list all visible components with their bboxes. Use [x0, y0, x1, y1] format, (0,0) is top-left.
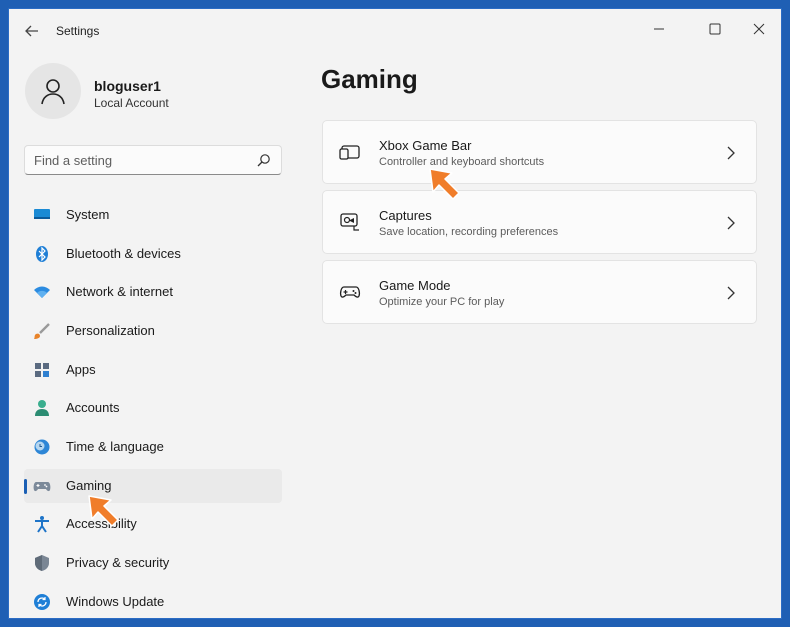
update-icon: [34, 594, 50, 610]
card-game-mode[interactable]: Game Mode Optimize your PC for play: [322, 260, 757, 324]
sidebar-item-privacy[interactable]: Privacy & security: [24, 546, 282, 580]
search-box[interactable]: [24, 145, 282, 175]
wifi-icon: [34, 286, 50, 298]
card-captures[interactable]: Captures Save location, recording prefer…: [322, 190, 757, 254]
sidebar-item-label: Personalization: [66, 323, 155, 338]
sidebar-item-label: Gaming: [66, 478, 112, 493]
avatar[interactable]: [25, 63, 81, 119]
account-type: Local Account: [94, 96, 169, 110]
search-icon[interactable]: [257, 153, 271, 167]
card-title: Captures: [379, 208, 432, 223]
card-subtitle: Save location, recording preferences: [379, 226, 559, 238]
game-bar-icon: [339, 145, 360, 160]
page-title: Gaming: [321, 64, 418, 94]
chevron-right-icon: [727, 146, 735, 160]
card-subtitle: Controller and keyboard shortcuts: [379, 156, 545, 168]
sidebar-item-label: Accessibility: [66, 516, 137, 531]
apps-icon: [35, 363, 49, 377]
chevron-right-icon: [727, 216, 735, 230]
close-icon[interactable]: [741, 15, 777, 43]
person-icon: [35, 400, 49, 416]
card-xbox-game-bar[interactable]: Xbox Game Bar Controller and keyboard sh…: [322, 120, 757, 184]
maximize-icon[interactable]: [697, 15, 733, 43]
search-input[interactable]: [34, 151, 249, 169]
sidebar-item-label: Accounts: [66, 400, 120, 415]
card-subtitle: Optimize your PC for play: [379, 296, 505, 308]
sidebar-item-label: Network & internet: [66, 284, 173, 299]
minimize-icon[interactable]: [641, 15, 677, 43]
sidebar-item-windows-update[interactable]: Windows Update: [24, 585, 282, 619]
accessibility-icon: [35, 516, 49, 533]
sidebar-item-label: Bluetooth & devices: [66, 246, 181, 261]
active-indicator: [24, 479, 27, 494]
gamepad-icon: [33, 482, 51, 492]
back-arrow-icon[interactable]: [23, 22, 41, 40]
app-title: Settings: [56, 24, 100, 38]
person-icon: [41, 79, 65, 105]
controller-icon: [339, 286, 361, 298]
bluetooth-icon: [36, 246, 48, 262]
sidebar-item-bluetooth[interactable]: Bluetooth & devices: [24, 237, 282, 271]
monitor-icon: [34, 209, 50, 219]
sidebar-item-apps[interactable]: Apps: [24, 353, 282, 387]
sidebar-item-accessibility[interactable]: Accessibility: [24, 507, 282, 541]
shield-icon: [35, 555, 49, 571]
sidebar-item-label: System: [66, 207, 110, 222]
sidebar-item-time-language[interactable]: Time & language: [24, 430, 282, 464]
sidebar-item-label: Windows Update: [66, 594, 165, 609]
sidebar-item-label: Time & language: [66, 439, 164, 454]
username: bloguser1: [94, 78, 161, 94]
sidebar-item-system[interactable]: System: [24, 198, 282, 232]
settings-window: Settings bloguser1 Local Account System: [8, 8, 782, 619]
sidebar-item-label: Privacy & security: [66, 555, 170, 570]
brush-icon: [34, 323, 50, 339]
sidebar-item-personalization[interactable]: Personalization: [24, 314, 282, 348]
card-title: Game Mode: [379, 278, 451, 293]
sidebar-item-gaming[interactable]: Gaming: [24, 469, 282, 503]
sidebar-item-network[interactable]: Network & internet: [24, 275, 282, 309]
sidebar-item-accounts[interactable]: Accounts: [24, 391, 282, 425]
globe-clock-icon: [34, 439, 50, 455]
title-bar: Settings: [9, 9, 781, 55]
sidebar-item-label: Apps: [66, 362, 96, 377]
capture-icon: [340, 213, 359, 231]
card-title: Xbox Game Bar: [379, 138, 472, 153]
chevron-right-icon: [727, 286, 735, 300]
